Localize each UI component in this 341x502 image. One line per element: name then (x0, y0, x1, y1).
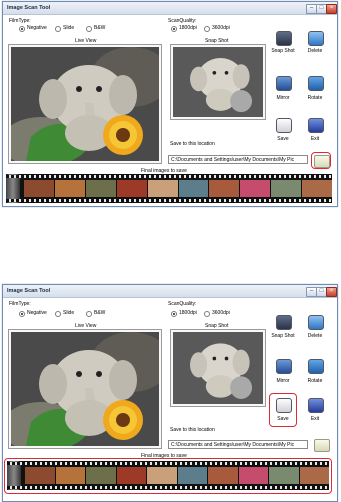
snap-shot-label: Snap Shot (271, 333, 295, 339)
film-thumbnail[interactable] (85, 180, 116, 197)
live-view-image (11, 332, 159, 446)
radio-3600dpi[interactable] (204, 26, 210, 32)
live-view-image (11, 47, 159, 161)
delete-button[interactable] (308, 315, 324, 330)
title-bar: Image Scan Tool – □ × (3, 2, 337, 15)
film-type-label: FilmType: (9, 301, 31, 307)
radio-bw[interactable] (86, 26, 92, 32)
mirror-label: Mirror (276, 378, 290, 384)
film-thumbnail[interactable] (302, 180, 333, 197)
radio-bw-label: B&W (94, 310, 106, 316)
mirror-label: Mirror (276, 95, 290, 101)
radio-1800dpi-label: 1800dpi (179, 25, 197, 31)
save-location-label: Save to this location (170, 427, 215, 433)
film-perforation-top (6, 175, 332, 178)
exit-button[interactable] (308, 398, 324, 413)
film-thumbnail[interactable] (240, 180, 271, 197)
radio-slide[interactable] (55, 26, 61, 32)
radio-slide-label: Slide (63, 310, 75, 316)
film-thumbnail[interactable] (116, 180, 147, 197)
save-path-input[interactable]: C:\Documents and Settings\user\My Docume… (168, 440, 308, 449)
radio-3600dpi-label: 3600dpi (212, 310, 230, 316)
rotate-label: Rotate (307, 378, 323, 384)
window-title: Image Scan Tool (7, 5, 51, 11)
close-icon[interactable]: × (326, 287, 337, 297)
live-view-panel (8, 329, 162, 449)
radio-1800dpi-label: 1800dpi (179, 310, 197, 316)
exit-label: Exit (310, 136, 320, 142)
mirror-button[interactable] (276, 359, 292, 374)
radio-slide-label: Slide (63, 25, 75, 31)
rotate-button[interactable] (308, 76, 324, 91)
film-frames (24, 180, 333, 197)
snap-shot-button[interactable] (276, 31, 292, 46)
radio-negative-label: Negative (27, 25, 47, 31)
rotate-button[interactable] (308, 359, 324, 374)
live-view-panel (8, 44, 162, 164)
folder-icon[interactable] (314, 439, 330, 452)
window-title: Image Scan Tool (7, 288, 51, 294)
film-thumbnail[interactable] (271, 180, 302, 197)
radio-3600dpi-label: 3600dpi (212, 25, 230, 31)
save-label: Save (277, 416, 289, 422)
radio-negative[interactable] (19, 26, 25, 32)
snapshot-image (173, 47, 263, 117)
delete-label: Delete (307, 333, 323, 339)
film-thumbnail[interactable] (147, 180, 178, 197)
radio-1800dpi[interactable] (171, 26, 177, 32)
delete-label: Delete (307, 48, 323, 54)
delete-button[interactable] (308, 31, 324, 46)
save-button[interactable] (276, 398, 292, 413)
scan-quality-label: ScanQuality: (168, 18, 197, 24)
app-window-1: Image Scan Tool – □ × FilmType: Negative… (2, 1, 338, 207)
radio-3600dpi[interactable] (204, 311, 210, 317)
radio-negative[interactable] (19, 311, 25, 317)
film-type-label: FilmType: (9, 18, 31, 24)
radio-bw-label: B&W (94, 25, 106, 31)
save-location-label: Save to this location (170, 141, 215, 147)
mirror-button[interactable] (276, 76, 292, 91)
radio-1800dpi[interactable] (171, 311, 177, 317)
app-window-2: Image Scan Tool – □ × FilmType: Negative… (2, 284, 338, 502)
save-button[interactable] (276, 118, 292, 133)
film-thumbnail[interactable] (54, 180, 85, 197)
exit-label: Exit (310, 416, 320, 422)
radio-negative-label: Negative (27, 310, 47, 316)
radio-bw[interactable] (86, 311, 92, 317)
snapshot-panel (170, 44, 266, 120)
folder-icon[interactable] (314, 155, 330, 168)
snapshot-image (173, 332, 263, 404)
film-thumbnail[interactable] (24, 180, 54, 197)
title-bar: Image Scan Tool – □ × (3, 285, 337, 298)
film-strip[interactable] (6, 174, 333, 203)
close-icon[interactable]: × (326, 4, 337, 14)
snap-shot-button[interactable] (276, 315, 292, 330)
film-strip-highlight (4, 458, 332, 494)
snapshot-panel (170, 329, 266, 407)
save-label: Save (277, 136, 289, 142)
exit-button[interactable] (308, 118, 324, 133)
snap-shot-label: Snap Shot (271, 48, 295, 54)
rotate-label: Rotate (307, 95, 323, 101)
save-path-input[interactable]: C:\Documents and Settings\user\My Docume… (168, 155, 308, 164)
film-perforation-bottom (6, 199, 332, 202)
radio-slide[interactable] (55, 311, 61, 317)
film-thumbnail[interactable] (178, 180, 209, 197)
scan-quality-label: ScanQuality: (168, 301, 197, 307)
film-thumbnail[interactable] (209, 180, 240, 197)
